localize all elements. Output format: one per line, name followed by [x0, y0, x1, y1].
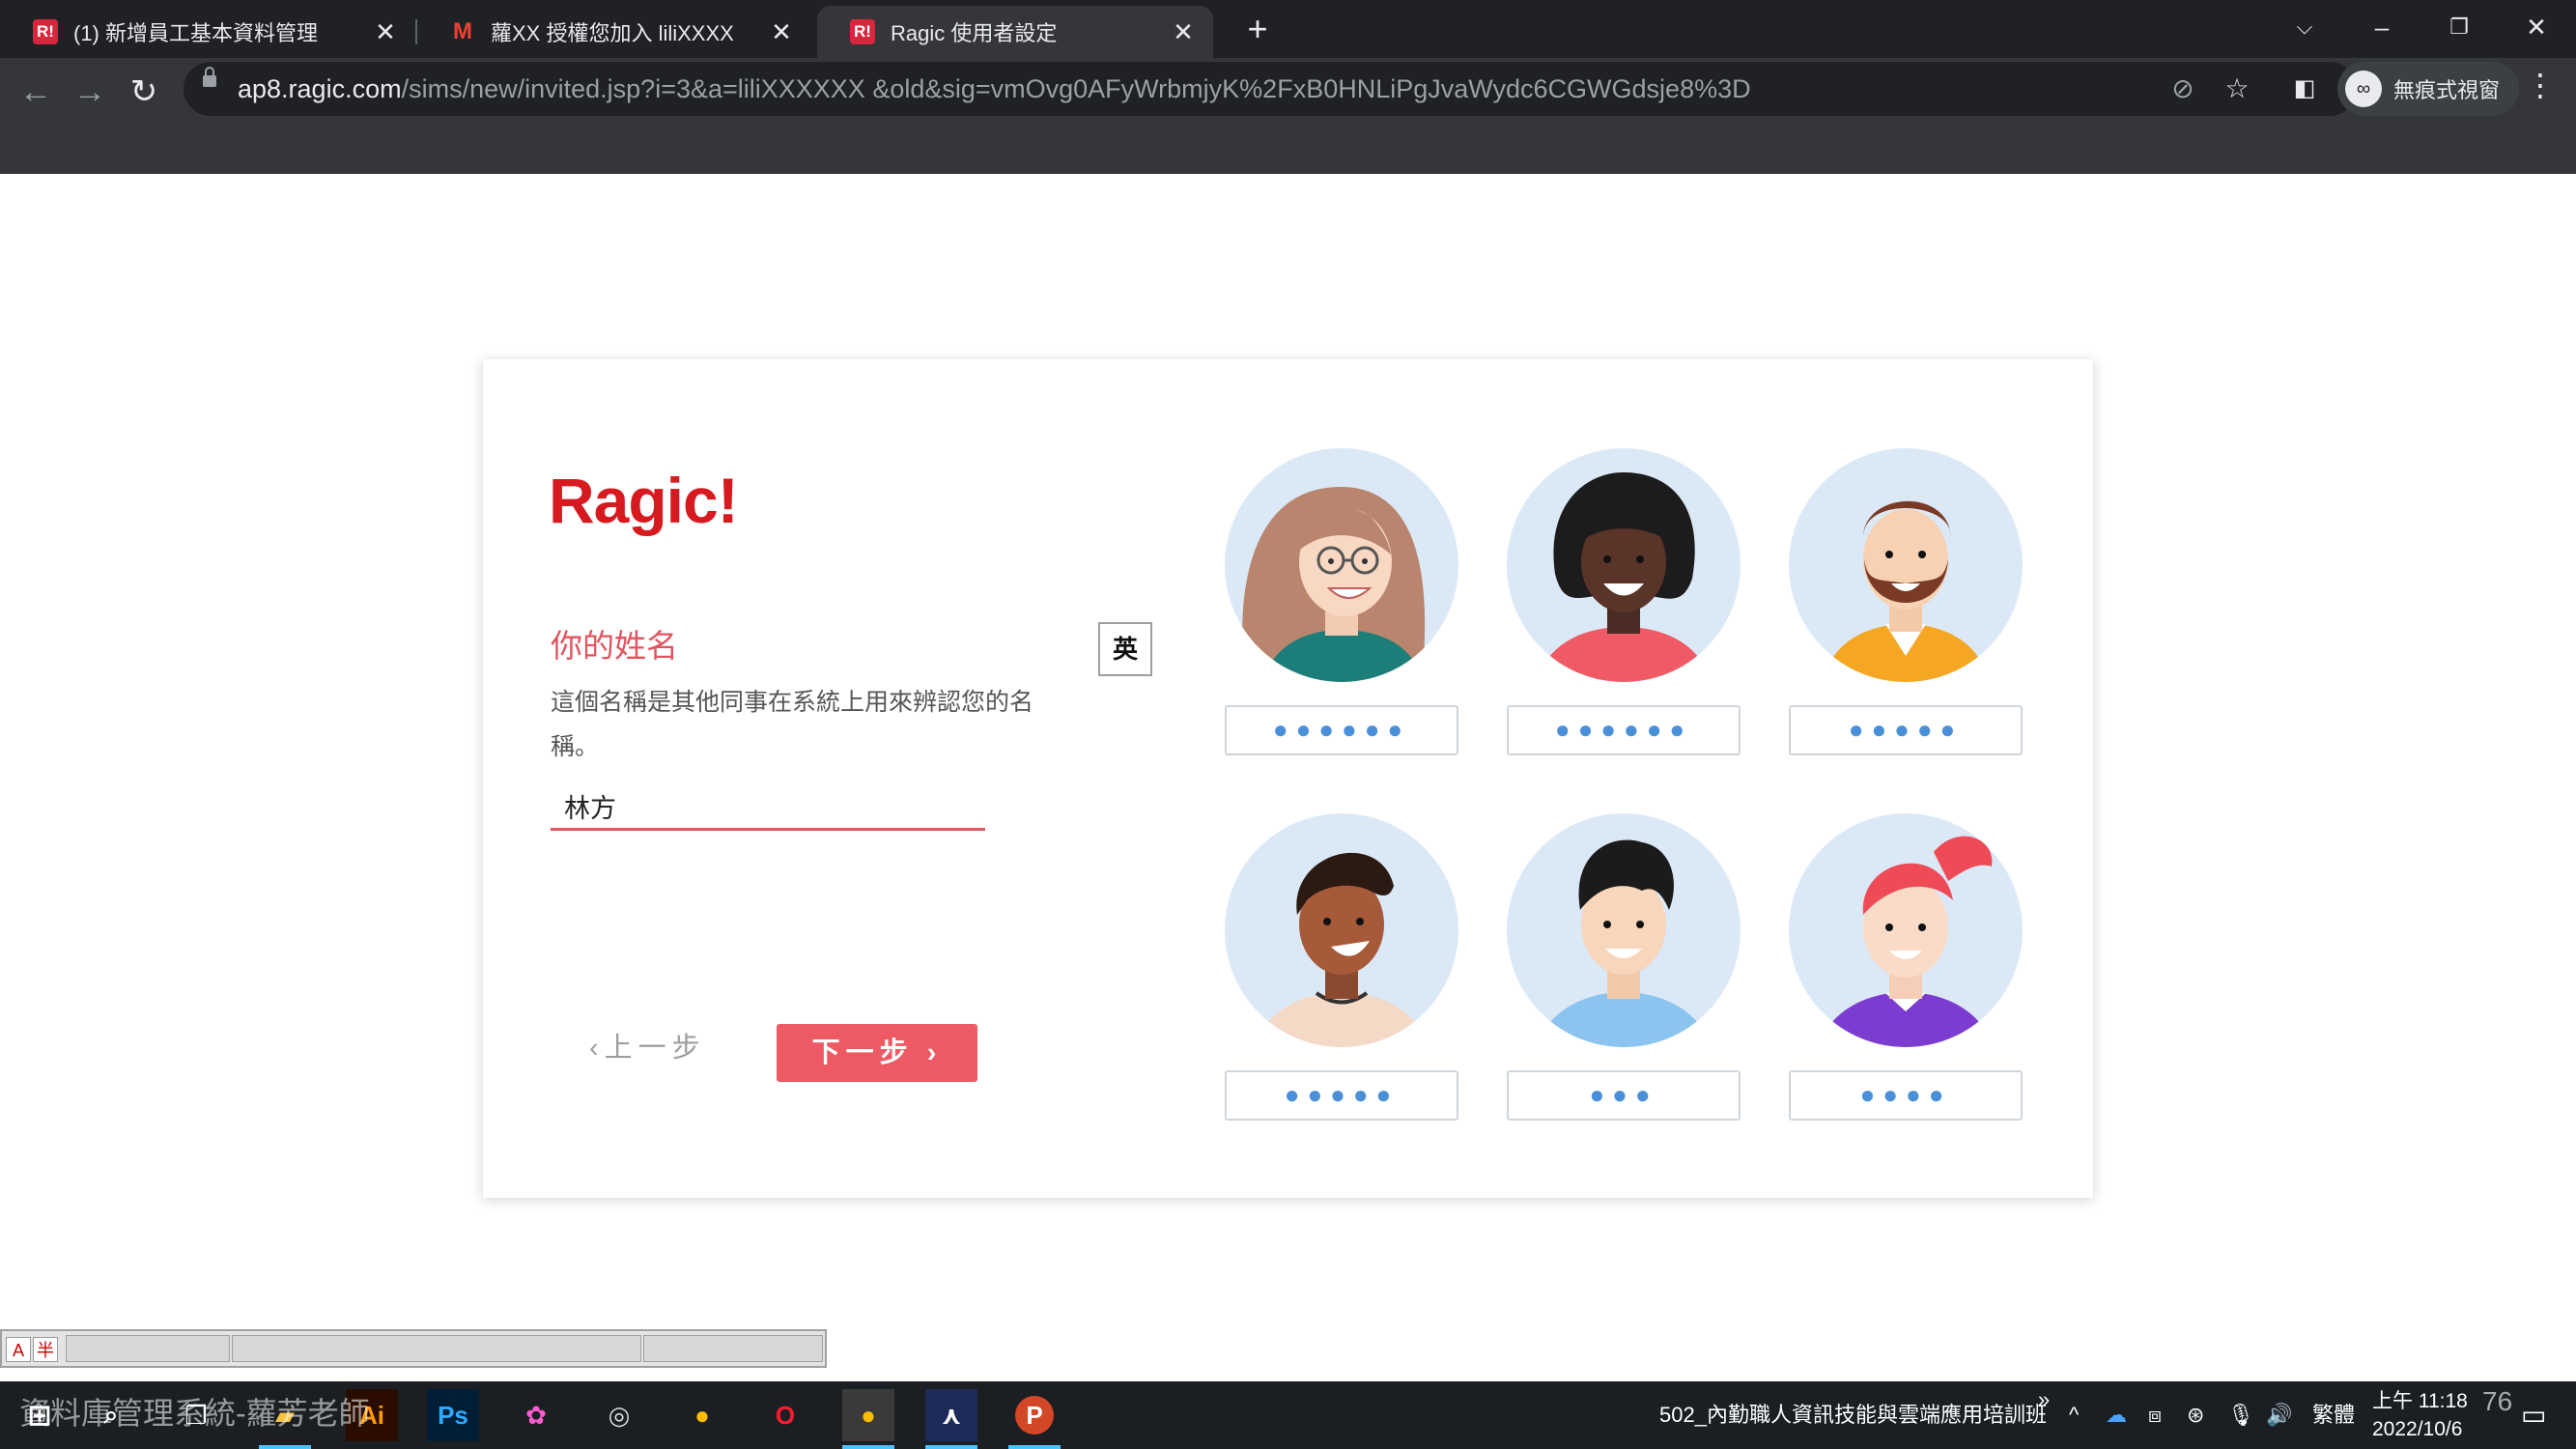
close-window-icon[interactable]: ✕: [2498, 0, 2575, 58]
volume-icon[interactable]: 🔊: [2266, 1381, 2292, 1449]
menu-kebab-icon[interactable]: ⋮: [2521, 66, 2560, 104]
microphone-icon[interactable]: 🎙: [2227, 1381, 2254, 1449]
ime-segment: [643, 1335, 823, 1362]
ime-alpha-key[interactable]: A: [6, 1337, 31, 1362]
tab-title: Ragic 使用者設定: [891, 21, 1058, 45]
browser-tab-bar: R! (1) 新增員工基本資料管理 ✕ M 蘿XX 授權您加入 liliXXXX…: [0, 0, 2576, 58]
restore-icon[interactable]: ❐: [2420, 0, 2498, 58]
ime-halfwidth-key[interactable]: 半: [33, 1337, 58, 1362]
tab-ragic-user-settings[interactable]: R! Ragic 使用者設定 ✕: [817, 6, 1213, 58]
tab-close-icon[interactable]: ✕: [1167, 17, 1200, 47]
tray-app-icon[interactable]: ⧈: [2148, 1381, 2162, 1449]
chevron-right-icon: ›: [913, 1037, 943, 1068]
tab-gmail-invite[interactable]: M 蘿XX 授權您加入 liliXXXX ✕: [417, 6, 811, 58]
avatar-password-field[interactable]: ●●●●●●: [1507, 705, 1741, 755]
ime-segment: [66, 1335, 230, 1362]
tray-chevron-icon[interactable]: ^: [2069, 1381, 2079, 1449]
avatar-woman-curly[interactable]: [1507, 448, 1741, 682]
incognito-profile-button[interactable]: ∞ 無痕式視窗: [2337, 62, 2520, 116]
previous-step-button[interactable]: ‹上一步: [589, 1024, 706, 1072]
notification-icon[interactable]: ▭: [2521, 1381, 2546, 1449]
ime-status-bar[interactable]: A 半: [0, 1329, 827, 1368]
opera-icon[interactable]: O: [759, 1389, 811, 1441]
tab-title: 蘿XX 授權您加入 liliXXXX: [491, 21, 734, 45]
ime-segment: [232, 1335, 641, 1362]
man-beard-illustration: [1823, 500, 1989, 682]
avatar-man-smile[interactable]: [1225, 813, 1458, 1047]
avatar-password-field[interactable]: ●●●●●: [1225, 1070, 1458, 1121]
chevron-left-icon: ‹: [589, 1033, 605, 1064]
avatar-password-field[interactable]: ●●●●: [1789, 1070, 2023, 1121]
avatar-man-beard[interactable]: [1789, 448, 2023, 682]
onedrive-icon[interactable]: ☁: [2106, 1381, 2127, 1449]
setup-card: Ragic! 你的姓名 英 這個名稱是其他同事在系統上用來辨認您的名稱。 ‹上一…: [483, 359, 2093, 1198]
acrobat-icon[interactable]: ⋏: [925, 1389, 977, 1449]
ragic-favicon-icon: R!: [850, 19, 875, 44]
minimize-icon[interactable]: –: [2343, 0, 2420, 58]
woman-glasses-illustration: [1242, 487, 1426, 682]
name-input[interactable]: [551, 784, 985, 831]
app-icon[interactable]: ◎: [593, 1389, 645, 1441]
avatar-woman-ponytail[interactable]: [1789, 813, 2023, 1047]
tab-close-icon[interactable]: ✕: [765, 17, 798, 47]
url-text[interactable]: ap8.ragic.com/sims/new/invited.jsp?i=3&a…: [238, 62, 1751, 116]
tray-app-icon[interactable]: ⊛: [2187, 1381, 2204, 1449]
photoshop-icon[interactable]: Ps: [427, 1389, 479, 1441]
back-icon[interactable]: ←: [12, 68, 60, 116]
address-bar[interactable]: ap8.ragic.com/sims/new/invited.jsp?i=3&a…: [184, 62, 2357, 116]
ragic-favicon-icon: R!: [33, 19, 58, 44]
tab-title: (1) 新增員工基本資料管理: [73, 21, 319, 45]
tracking-blocked-icon[interactable]: ⊘: [2164, 70, 2202, 108]
app-icon[interactable]: ✿: [510, 1389, 562, 1441]
lock-icon[interactable]: [203, 67, 216, 87]
taskbar-toolbar-label[interactable]: 502_內勤職人資訊技能與雲端應用培訓班: [1659, 1381, 2047, 1449]
chrome-icon[interactable]: ●: [676, 1389, 728, 1441]
browser-toolbar: ← → ↻ ap8.ragic.com/sims/new/invited.jsp…: [0, 58, 2576, 174]
question-title: 你的姓名: [551, 628, 678, 664]
woman-curly-illustration: [1536, 472, 1712, 682]
tab-employee-data[interactable]: R! (1) 新增員工基本資料管理 ✕: [0, 6, 415, 58]
system-clock[interactable]: 上午 11:18 2022/10/6: [2372, 1387, 2468, 1443]
tab-close-icon[interactable]: ✕: [369, 17, 402, 47]
course-watermark: 資料庫管理系統-蘿芳老師: [19, 1396, 370, 1431]
man-smile-illustration: [1254, 852, 1430, 1047]
incognito-icon: ∞: [2345, 71, 2382, 107]
new-tab-button[interactable]: +: [1238, 10, 1277, 48]
tab-search-icon[interactable]: ⌵: [2266, 0, 2343, 58]
overlay-number: 76: [2482, 1386, 2513, 1416]
next-step-button[interactable]: 下一步 ›: [777, 1024, 977, 1082]
gmail-favicon-icon: M: [453, 18, 472, 44]
side-panel-icon[interactable]: ◧: [2285, 70, 2324, 108]
powerpoint-icon[interactable]: P: [1008, 1389, 1061, 1449]
question-description: 這個名稱是其他同事在系統上用來辨認您的名稱。: [551, 689, 1034, 760]
incognito-label: 無痕式視窗: [2393, 78, 2501, 102]
input-language-indicator[interactable]: 繁體: [2312, 1381, 2355, 1449]
reload-icon[interactable]: ↻: [120, 68, 168, 116]
avatar-man-young[interactable]: [1507, 813, 1741, 1047]
woman-ponytail-illustration: [1818, 836, 1994, 1047]
avatar-password-field[interactable]: ●●●●●●: [1225, 705, 1458, 755]
avatar-password-field[interactable]: ●●●●●: [1789, 705, 2023, 755]
chrome-active-icon[interactable]: ●: [842, 1389, 894, 1449]
man-young-illustration: [1536, 839, 1712, 1047]
bookmark-star-icon[interactable]: ☆: [2218, 70, 2256, 108]
toolbar-overflow-icon[interactable]: »: [2038, 1366, 2050, 1434]
ime-mode-indicator[interactable]: 英: [1098, 622, 1152, 676]
windows-taskbar: ⊞ ⌕ ❐ ▰ Ai Ps ✿ ◎ ● O ● ⋏ P 502_內勤職人資訊技能…: [0, 1381, 2576, 1449]
forward-icon[interactable]: →: [66, 68, 114, 116]
ragic-logo: Ragic!: [549, 465, 739, 536]
avatar-woman-glasses[interactable]: [1225, 448, 1458, 682]
avatar-password-field[interactable]: ●●●: [1507, 1070, 1741, 1121]
